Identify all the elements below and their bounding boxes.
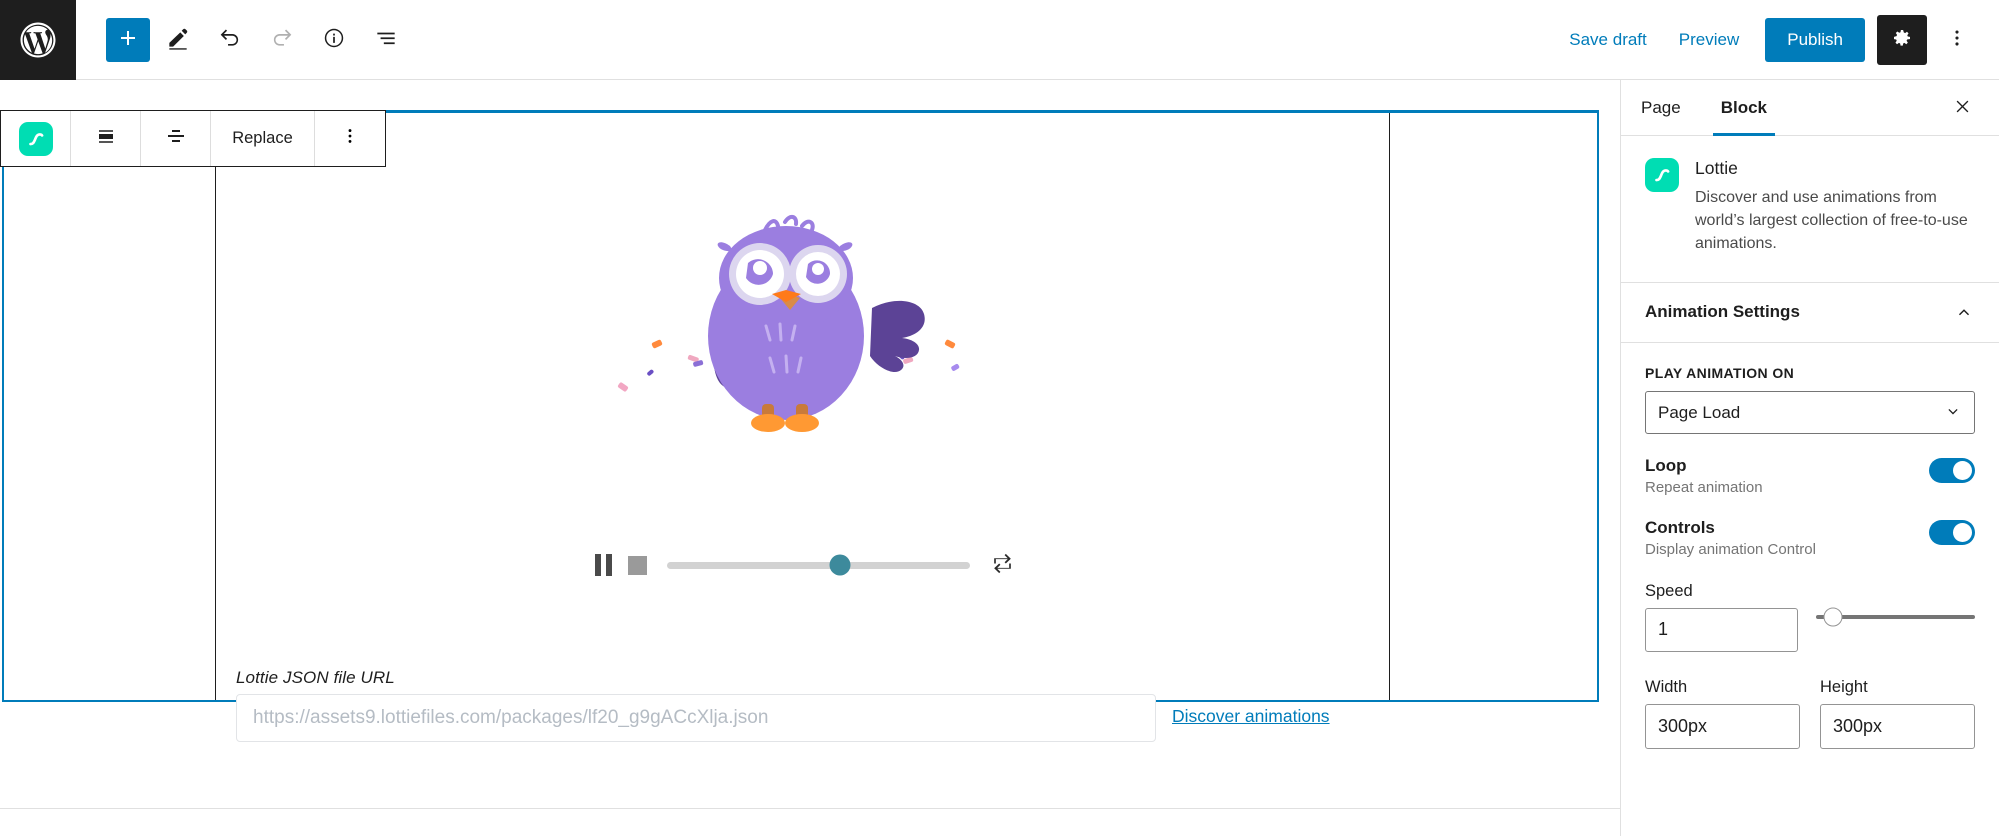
redo-arrow-icon xyxy=(269,25,295,54)
info-circle-icon xyxy=(321,25,347,54)
loop-description: Repeat animation xyxy=(1645,478,1763,496)
owl-animation xyxy=(590,208,980,438)
topbar-left-tools xyxy=(76,16,410,64)
loop-label: Loop xyxy=(1645,455,1687,475)
loop-setting-row: Loop Repeat animation xyxy=(1645,456,1975,496)
speed-label: Speed xyxy=(1645,581,1693,600)
block-toolbar: Replace xyxy=(0,110,386,167)
play-animation-on-wrapper: Page Load xyxy=(1645,390,1975,434)
block-info-title: Lottie xyxy=(1695,158,1738,178)
editor-canvas: Replace Lottie JSON file URL https://ass… xyxy=(0,80,1620,836)
pause-icon xyxy=(595,554,612,576)
width-label: Width xyxy=(1645,677,1688,696)
justify-button[interactable] xyxy=(141,111,211,166)
redo-button[interactable] xyxy=(258,16,306,64)
toggle-knob xyxy=(1953,460,1972,480)
sidebar-tabs: Page Block xyxy=(1621,80,1999,136)
dimensions-row: Width Height xyxy=(1645,678,1975,749)
tab-block[interactable]: Block xyxy=(1701,80,1787,136)
width-input[interactable] xyxy=(1645,703,1800,749)
topbar-right-actions: Save draft Preview Publish xyxy=(1553,14,1999,65)
kebab-menu-icon xyxy=(340,126,360,151)
add-block-button[interactable] xyxy=(106,17,150,62)
replace-button[interactable]: Replace xyxy=(211,111,315,166)
stop-icon xyxy=(628,555,647,575)
block-column-divider-left xyxy=(215,113,216,700)
seek-thumb[interactable] xyxy=(829,554,851,576)
animation-player-controls xyxy=(595,545,1015,585)
lottie-logo-icon xyxy=(1645,158,1679,192)
toggle-knob xyxy=(1953,522,1972,542)
height-label: Height xyxy=(1820,677,1868,696)
align-block-button[interactable] xyxy=(71,111,141,166)
details-button[interactable] xyxy=(310,16,358,64)
pause-button[interactable] xyxy=(595,554,612,576)
undo-button[interactable] xyxy=(206,16,254,64)
edit-mode-button[interactable] xyxy=(154,16,202,64)
height-input[interactable] xyxy=(1820,703,1975,749)
loop-toggle-switch[interactable] xyxy=(1929,457,1975,483)
editor-top-bar: Save draft Preview Publish xyxy=(0,0,1999,80)
more-options-button[interactable] xyxy=(1933,16,1981,64)
settings-toggle-button[interactable] xyxy=(1877,14,1927,65)
gear-icon xyxy=(1890,26,1914,53)
play-animation-on-label: PLAY ANIMATION ON xyxy=(1645,364,1795,381)
speed-slider[interactable] xyxy=(1816,595,1975,639)
publish-button[interactable]: Publish xyxy=(1765,17,1865,62)
stop-button[interactable] xyxy=(628,555,647,575)
repeat-icon xyxy=(990,551,1015,579)
height-field-group: Height xyxy=(1820,678,1975,749)
controls-description: Display animation Control xyxy=(1645,540,1816,558)
chevron-up-icon xyxy=(1953,301,1975,323)
align-block-icon xyxy=(94,124,118,153)
block-settings-sidebar: Page Block Lottie Discover and use anima… xyxy=(1620,80,1999,836)
loop-toggle-button[interactable] xyxy=(990,551,1015,579)
justify-icon xyxy=(164,124,188,153)
kebab-menu-icon xyxy=(1946,27,1968,52)
lottie-logo-icon xyxy=(18,121,53,156)
wordpress-logo-button[interactable] xyxy=(0,0,76,80)
block-type-button[interactable] xyxy=(1,111,71,166)
pencil-icon xyxy=(165,25,191,54)
lottie-url-label: Lottie JSON file URL xyxy=(236,668,395,687)
block-more-options-button[interactable] xyxy=(315,111,385,166)
controls-toggle-switch[interactable] xyxy=(1929,519,1975,545)
block-info-description: Discover and use animations from world’s… xyxy=(1695,189,1968,252)
controls-label: Controls xyxy=(1645,517,1715,537)
tab-page[interactable]: Page xyxy=(1621,80,1701,136)
animation-settings-section-header[interactable]: Animation Settings xyxy=(1621,283,1999,343)
wordpress-logo-icon xyxy=(17,19,59,61)
speed-row: Speed xyxy=(1645,582,1975,652)
block-column-divider-right xyxy=(1389,113,1390,700)
memberpress-panel: MemberPress Unauthorized Access xyxy=(0,809,1620,836)
width-field-group: Width xyxy=(1645,678,1800,749)
controls-setting-row: Controls Display animation Control xyxy=(1645,518,1975,558)
animation-settings-body: PLAY ANIMATION ON Page Load Loop Repeat … xyxy=(1621,343,1999,749)
discover-animations-link[interactable]: Discover animations xyxy=(1172,706,1330,727)
list-view-icon xyxy=(373,25,399,54)
animation-settings-title: Animation Settings xyxy=(1645,302,1800,322)
speed-input[interactable] xyxy=(1645,607,1798,652)
close-icon xyxy=(1952,96,1973,120)
speed-setting-block: Speed xyxy=(1645,582,1975,652)
lottie-url-input[interactable] xyxy=(236,694,1156,742)
plus-icon xyxy=(116,26,140,53)
close-sidebar-button[interactable] xyxy=(1943,89,1981,127)
speed-slider-thumb[interactable] xyxy=(1823,607,1843,627)
save-draft-button[interactable]: Save draft xyxy=(1553,20,1663,60)
animation-seek-slider[interactable] xyxy=(667,554,970,576)
play-animation-on-select[interactable]: Page Load xyxy=(1645,390,1975,434)
undo-arrow-icon xyxy=(217,25,243,54)
preview-button[interactable]: Preview xyxy=(1663,20,1755,60)
list-view-button[interactable] xyxy=(362,16,410,64)
block-info-card: Lottie Discover and use animations from … xyxy=(1621,136,1999,283)
